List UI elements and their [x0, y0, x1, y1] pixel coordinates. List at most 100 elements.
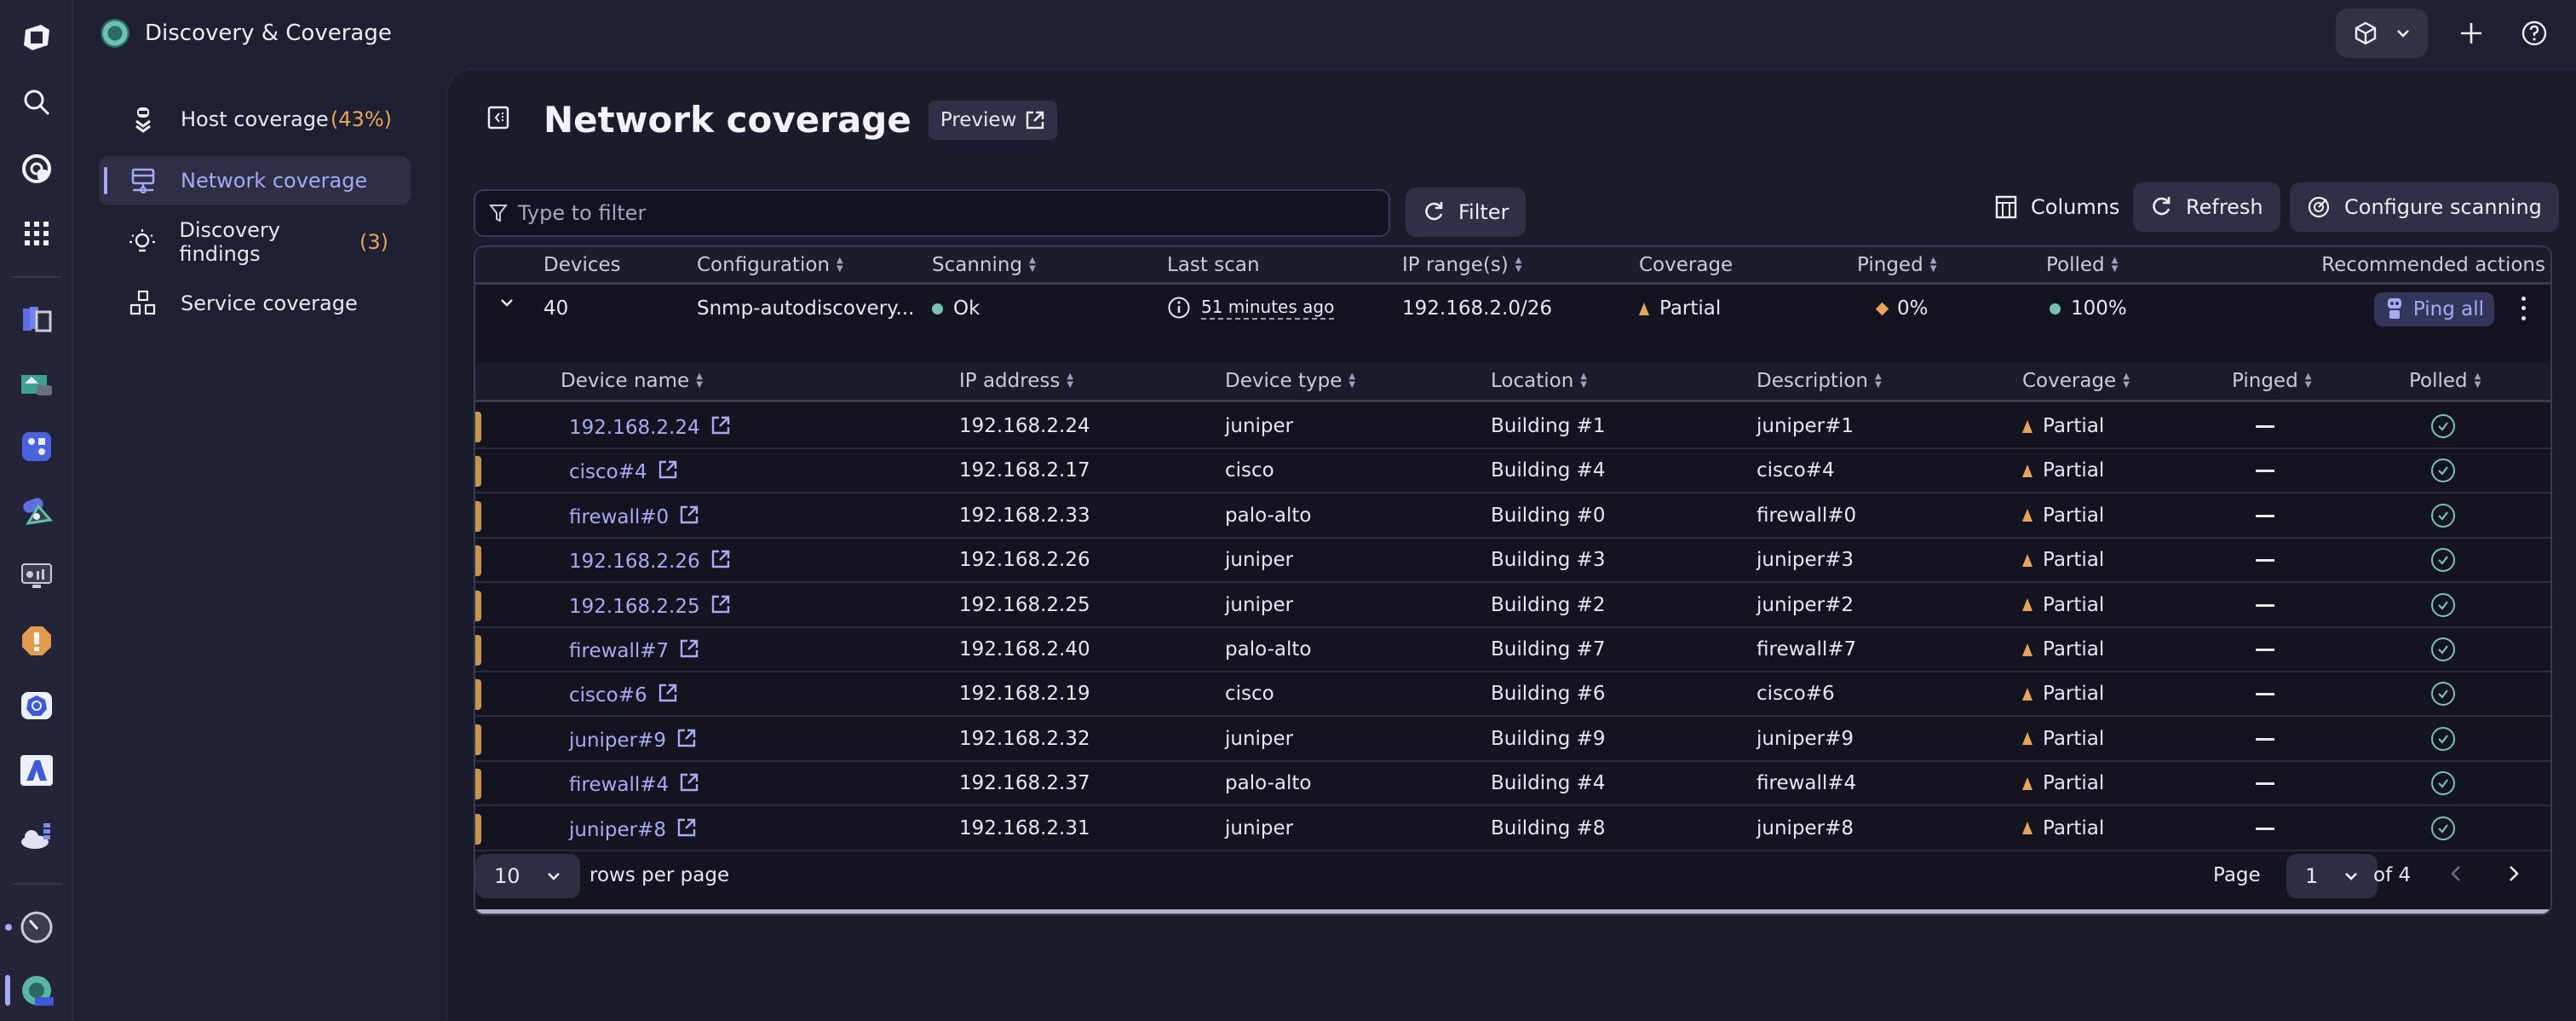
table-row[interactable]: firewall#7 192.168.2.40 palo-alto Building …: [475, 628, 2550, 672]
row-status-indicator: [475, 456, 481, 487]
services-icon[interactable]: [18, 493, 55, 530]
filter-field[interactable]: [474, 189, 1390, 237]
configure-scanning-button[interactable]: Configure scanning: [2290, 182, 2559, 232]
add-button[interactable]: [2452, 14, 2491, 53]
nav-item-service-coverage[interactable]: Service coverage: [99, 279, 411, 328]
polled-status: [2431, 459, 2455, 483]
dash-icon: [2256, 737, 2274, 741]
expand-row-button[interactable]: [499, 297, 515, 308]
column-header-device-name[interactable]: Device name ▲ ▼: [561, 370, 703, 392]
device-name-link[interactable]: 192.168.2.24: [569, 415, 731, 441]
speedometer-icon[interactable]: [18, 909, 55, 946]
dynatrace-logo-icon[interactable]: [18, 19, 55, 56]
column-header-location[interactable]: Location ▲ ▼: [1491, 370, 1587, 392]
refresh-button[interactable]: Refresh: [2133, 182, 2280, 232]
external-link-icon: [658, 683, 678, 708]
table-row[interactable]: juniper#9 192.168.2.32 juniper Building #9 j…: [475, 718, 2550, 762]
top-actions: [2336, 9, 2554, 58]
nav-label: Network coverage: [181, 169, 368, 193]
observe-icon[interactable]: [18, 150, 55, 187]
device-name-link[interactable]: juniper#9: [569, 728, 697, 753]
row-status-indicator: [475, 724, 481, 755]
location: Building #4: [1491, 459, 1606, 482]
device-name-link[interactable]: firewall#4: [569, 772, 699, 798]
rows-per-page-select[interactable]: 10: [475, 854, 580, 898]
table-row[interactable]: cisco#4 192.168.2.17 cisco Building #4 cisco…: [475, 449, 2550, 494]
column-header-device-type[interactable]: Device type ▲ ▼: [1225, 370, 1355, 392]
azure-icon[interactable]: [18, 752, 55, 789]
collapse-sidebar-button[interactable]: [487, 106, 509, 135]
nav-label: Service coverage: [181, 291, 358, 315]
next-page-button[interactable]: [2508, 864, 2520, 883]
column-header-description[interactable]: Description ▲ ▼: [1757, 370, 1882, 392]
pinged-none: [2256, 559, 2274, 562]
sort-icon: ▲ ▼: [2474, 372, 2481, 389]
device-name-link[interactable]: firewall#0: [569, 505, 699, 530]
previous-page-button[interactable]: [2450, 864, 2462, 883]
table-row[interactable]: cisco#6 192.168.2.19 cisco Building #6 cisco…: [475, 672, 2550, 718]
column-header-scanning[interactable]: Scanning ▲ ▼: [932, 254, 1036, 276]
table-row[interactable]: 192.168.2.25 192.168.2.25 juniper Building …: [475, 584, 2550, 628]
warning-triangle-icon: [2022, 776, 2033, 790]
polled-percent: 100%: [2050, 297, 2127, 320]
column-header-ip-ranges[interactable]: IP range(s) ▲ ▼: [1402, 254, 1521, 276]
hosts-icon[interactable]: [18, 365, 55, 402]
filter-button[interactable]: Filter: [1406, 187, 1527, 237]
external-link-icon: [658, 459, 678, 485]
column-header-device-coverage[interactable]: Coverage ▲ ▼: [2022, 370, 2130, 392]
info-icon[interactable]: [1167, 296, 1191, 320]
problems-icon[interactable]: [18, 622, 55, 660]
device-name-link[interactable]: 192.168.2.26: [569, 549, 731, 574]
environment-selector[interactable]: [2336, 9, 2428, 58]
warning-diamond-icon: [1875, 302, 1889, 315]
column-header-configuration[interactable]: Configuration ▲ ▼: [697, 254, 843, 276]
dash-icon: [2256, 649, 2274, 651]
ping-all-button[interactable]: Ping all: [2373, 292, 2494, 326]
device-name-link[interactable]: juniper#8: [569, 817, 697, 843]
pinged-percent: 0%: [1875, 297, 1929, 320]
search-icon[interactable]: [18, 84, 55, 121]
column-header-device-polled[interactable]: Polled ▲ ▼: [2409, 370, 2481, 392]
nav-item-host-coverage[interactable]: Host coverage (43%): [99, 95, 411, 144]
table-row[interactable]: firewall#4 192.168.2.37 palo-alto Building …: [475, 762, 2550, 807]
kubernetes-icon[interactable]: [18, 687, 55, 724]
device-name-link[interactable]: 192.168.2.25: [569, 594, 731, 620]
page-select[interactable]: 1: [2286, 854, 2378, 898]
location: Building #0: [1491, 504, 1606, 527]
help-button[interactable]: [2515, 14, 2554, 53]
more-actions-button[interactable]: [2513, 294, 2533, 323]
device-name-link[interactable]: firewall#7: [569, 638, 699, 664]
filter-input[interactable]: [518, 201, 1370, 225]
columns-button[interactable]: Columns: [1978, 182, 2136, 232]
table-row[interactable]: 192.168.2.24 192.168.2.24 juniper Building …: [475, 405, 2550, 449]
apps-grid-icon[interactable]: [18, 215, 55, 252]
column-header-device-pinged[interactable]: Pinged ▲ ▼: [2232, 370, 2311, 392]
device-name-link[interactable]: cisco#6: [569, 683, 678, 708]
check-circle-icon: [2431, 637, 2455, 661]
workflows-icon[interactable]: [18, 428, 55, 465]
column-header-polled[interactable]: Polled ▲ ▼: [2046, 254, 2118, 276]
device-coverage: Partial: [2022, 549, 2104, 571]
warning-triangle-icon: [2022, 464, 2033, 477]
nav-item-network-coverage[interactable]: Network coverage: [99, 156, 411, 205]
external-link-icon: [679, 638, 699, 664]
nav-label: Discovery findings: [179, 218, 280, 266]
discovery-coverage-icon[interactable]: [18, 972, 55, 1009]
last-scan-time[interactable]: 51 minutes ago: [1201, 297, 1335, 320]
column-header-ip-address[interactable]: IP address ▲ ▼: [959, 370, 1073, 392]
device-name-link[interactable]: cisco#4: [569, 459, 678, 485]
nav-item-discovery-findings[interactable]: Discovery findings (3): [99, 217, 411, 267]
clouds-icon[interactable]: [18, 816, 55, 854]
check-circle-icon: [2431, 682, 2455, 707]
check-circle-icon: [2431, 459, 2455, 483]
infrastructure-icon[interactable]: [18, 300, 55, 337]
column-header-pinged[interactable]: Pinged ▲ ▼: [1857, 254, 1936, 276]
table-row[interactable]: firewall#0 192.168.2.33 palo-alto Building …: [475, 494, 2550, 539]
device-type: juniper: [1225, 549, 1294, 572]
ip-range: 192.168.2.0/26: [1402, 297, 1553, 320]
dashboards-icon[interactable]: [18, 557, 55, 595]
preview-badge[interactable]: Preview: [928, 100, 1058, 140]
table-row[interactable]: 192.168.2.26 192.168.2.26 juniper Building …: [475, 539, 2550, 584]
discovery-findings-count: (3): [359, 230, 388, 254]
help-icon: [2521, 20, 2547, 46]
